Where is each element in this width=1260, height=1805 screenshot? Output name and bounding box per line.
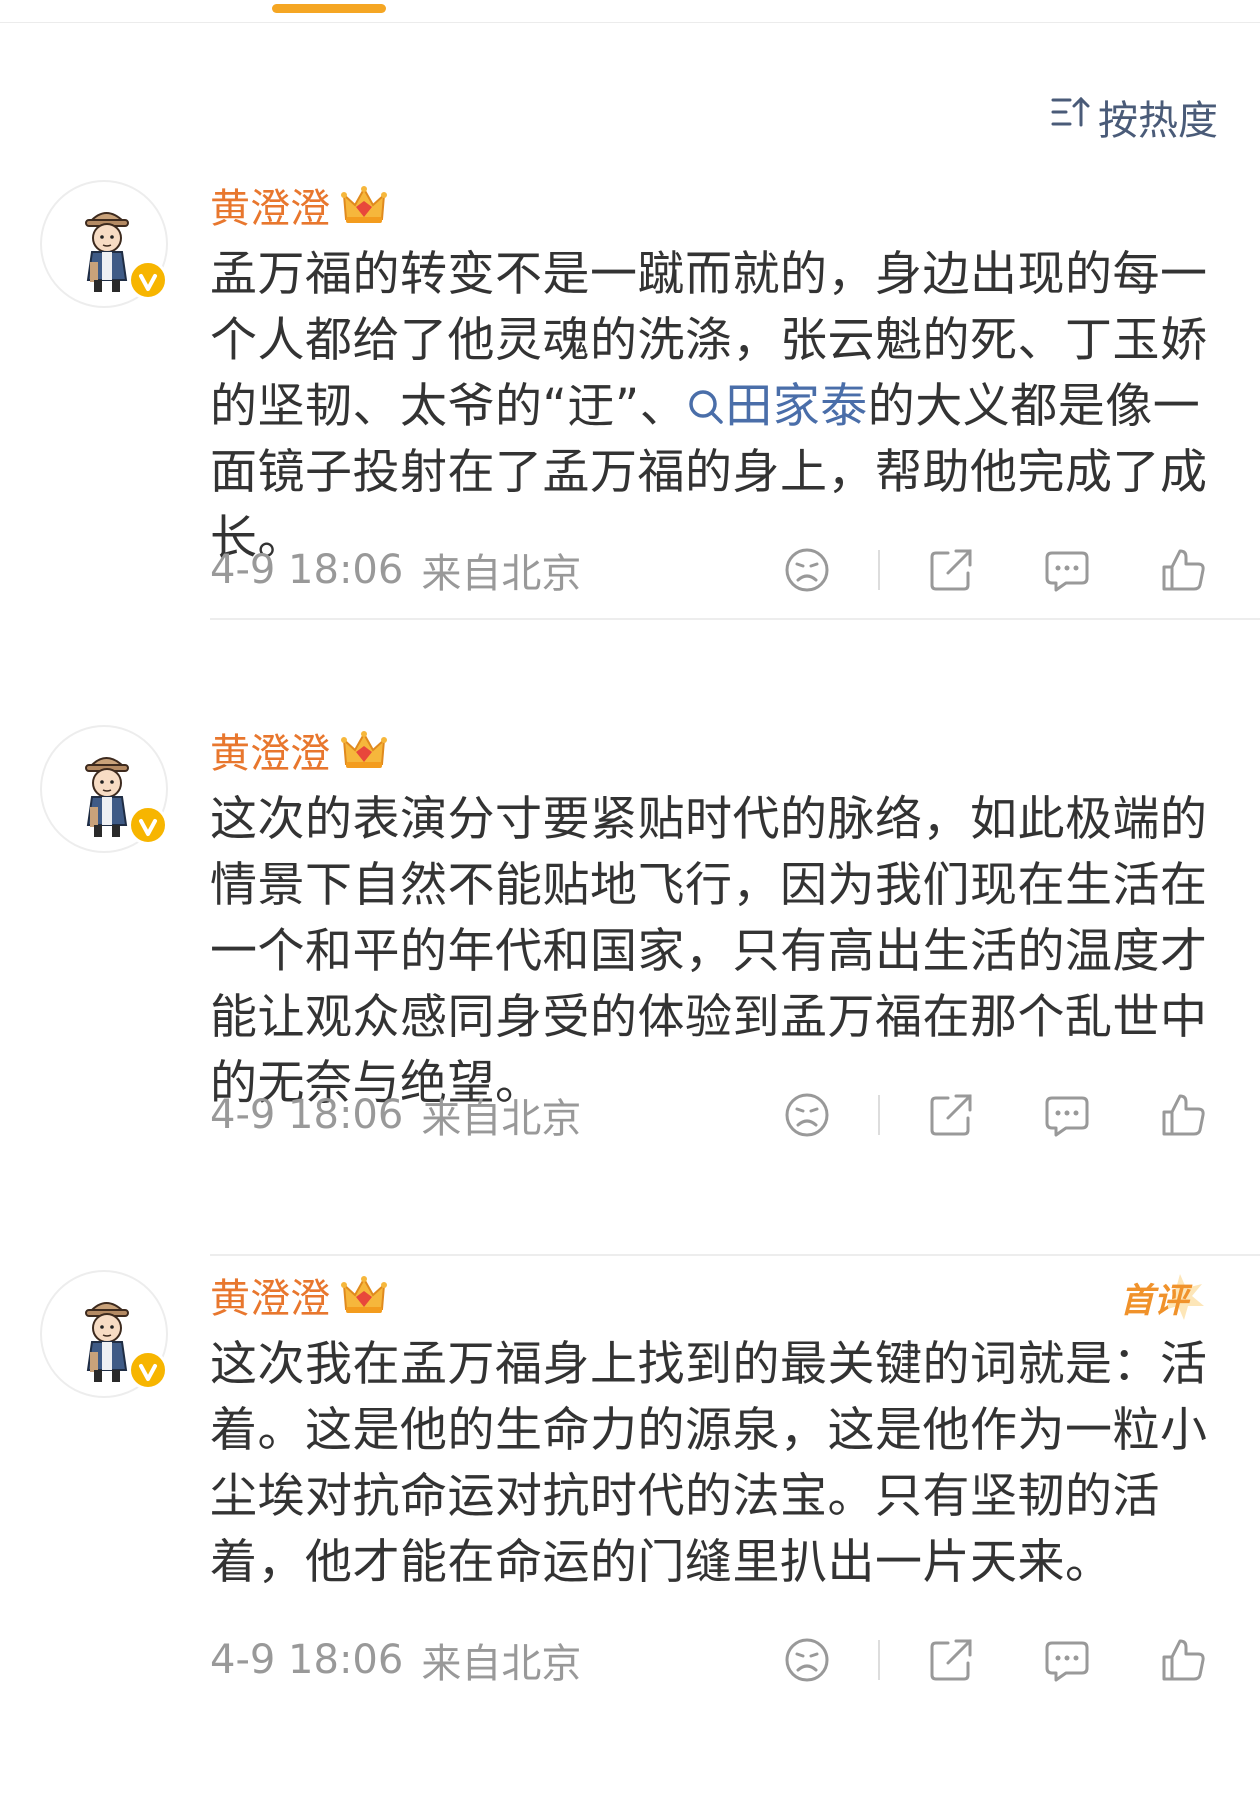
verified-v-icon — [128, 260, 168, 300]
crown-badge-icon — [340, 185, 388, 224]
first-comment-badge: 首评 — [1120, 1274, 1204, 1321]
sort-by-hot-button[interactable]: 按热度 — [1050, 88, 1218, 146]
comment-actions — [782, 540, 1208, 600]
search-icon — [689, 390, 723, 424]
thumbs-up-icon[interactable] — [1158, 1635, 1208, 1685]
comment-item: 黄澄澄 这次的表演分寸要紧贴时代的脉络，如此极端的情景下自然不能贴地飞行，因为我… — [0, 725, 1260, 1256]
comment-date: 4-9 18:06 — [210, 547, 404, 593]
username[interactable]: 黄澄澄 — [210, 176, 330, 234]
comment-date: 4-9 18:06 — [210, 1092, 404, 1138]
share-icon[interactable] — [926, 1635, 976, 1685]
dislike-face-icon[interactable] — [782, 545, 832, 595]
thumbs-up-icon[interactable] — [1158, 545, 1208, 595]
topic-link-label: 田家泰 — [725, 379, 868, 434]
dislike-face-icon[interactable] — [782, 1090, 832, 1140]
comment-item: 黄澄澄 孟万福的转变不是一蹴而就的，身边出现的每一个人都给了他灵魂的洗涤，张云魁… — [0, 180, 1260, 620]
sort-icon — [1050, 91, 1092, 143]
avatar[interactable] — [40, 180, 168, 308]
action-separator — [878, 550, 880, 590]
comment-date: 4-9 18:06 — [210, 1637, 404, 1683]
comment-meta: 4-9 18:06 来自北京 — [210, 545, 581, 597]
comment-source: 来自北京 — [421, 1096, 582, 1142]
action-separator — [878, 1640, 880, 1680]
comment-divider — [210, 1254, 1260, 1256]
comment-item: 黄澄澄 首评 这次我在孟万福身上找到的最关键的词就是：活着。这是他的生命力的源泉… — [0, 1270, 1260, 1740]
verified-v-icon — [128, 1350, 168, 1390]
crown-badge-icon — [340, 1275, 388, 1314]
crown-badge-icon — [340, 730, 388, 769]
comment-divider — [210, 618, 1260, 620]
active-tab-indicator — [272, 4, 386, 13]
username[interactable]: 黄澄澄 — [210, 721, 330, 779]
comment-icon[interactable] — [1042, 1090, 1092, 1140]
comment-actions — [782, 1630, 1208, 1690]
thumbs-up-icon[interactable] — [1158, 1090, 1208, 1140]
comment-text: 孟万福的转变不是一蹴而就的，身边出现的每一个人都给了他灵魂的洗涤，张云魁的死、丁… — [210, 242, 1210, 572]
sort-label: 按热度 — [1098, 98, 1218, 144]
topic-link[interactable]: 田家泰 — [687, 379, 868, 434]
share-icon[interactable] — [926, 545, 976, 595]
comment-text: 这次我在孟万福身上找到的最关键的词就是：活着。这是他的生命力的源泉，这是他作为一… — [210, 1337, 1208, 1590]
comment-source: 来自北京 — [421, 1641, 582, 1687]
action-separator — [878, 1095, 880, 1135]
top-divider — [0, 22, 1260, 23]
comment-icon[interactable] — [1042, 1635, 1092, 1685]
avatar[interactable] — [40, 1270, 168, 1398]
comment-source: 来自北京 — [421, 551, 582, 597]
comment-meta: 4-9 18:06 来自北京 — [210, 1090, 581, 1142]
comment-text: 这次的表演分寸要紧贴时代的脉络，如此极端的情景下自然不能贴地飞行，因为我们现在生… — [210, 792, 1208, 1111]
verified-v-icon — [128, 805, 168, 845]
avatar[interactable] — [40, 725, 168, 853]
first-comment-label: 首评 — [1120, 1281, 1193, 1321]
share-icon[interactable] — [926, 1090, 976, 1140]
comment-actions — [782, 1085, 1208, 1145]
username[interactable]: 黄澄澄 — [210, 1266, 330, 1324]
comment-meta: 4-9 18:06 来自北京 — [210, 1635, 581, 1687]
dislike-face-icon[interactable] — [782, 1635, 832, 1685]
comment-icon[interactable] — [1042, 545, 1092, 595]
